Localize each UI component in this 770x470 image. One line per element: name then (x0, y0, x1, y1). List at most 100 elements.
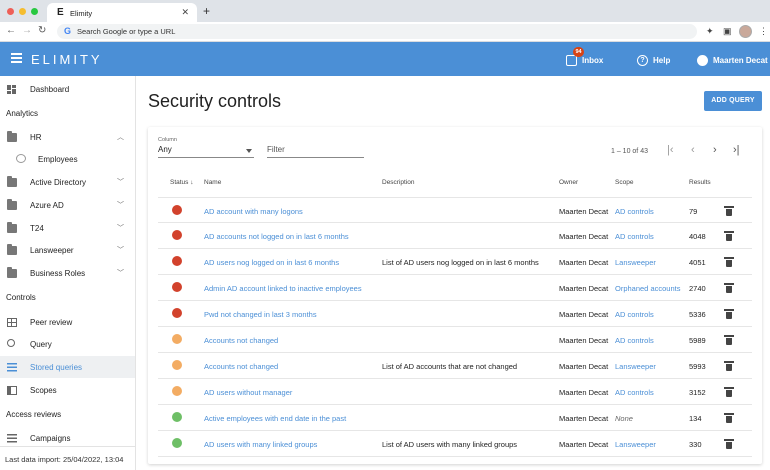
last-page-icon[interactable]: ›| (733, 144, 740, 156)
add-query-button[interactable]: ADD QUERY (704, 91, 762, 111)
delete-icon[interactable] (724, 413, 734, 423)
reload-icon[interactable]: ↻ (38, 25, 46, 36)
delete-icon[interactable] (724, 206, 734, 216)
table-row[interactable]: AD account with many logons Maarten Decat… (158, 197, 752, 223)
sidebar-item-peer-review[interactable]: Peer review (0, 311, 135, 333)
sidebar-item-active-directory[interactable]: Active Directory ﹀ (0, 171, 135, 193)
query-scope-link[interactable]: AD controls (615, 336, 654, 345)
delete-icon[interactable] (724, 231, 734, 241)
query-scope-link[interactable]: Lansweeper (615, 258, 656, 267)
scopes-icon (7, 386, 17, 395)
sidebar-item-azure-ad[interactable]: Azure AD ﹀ (0, 194, 135, 216)
zoom-window-button[interactable] (31, 8, 38, 15)
query-name-link[interactable]: Accounts not changed (204, 362, 278, 371)
table-row[interactable]: Admin AD account linked to inactive empl… (158, 275, 752, 301)
filter-input[interactable]: Filter (267, 145, 364, 158)
table-row[interactable]: AD users without manager Maarten Decat AD … (158, 379, 752, 405)
new-tab-icon[interactable]: + (203, 4, 210, 18)
menu-icon[interactable] (11, 53, 22, 63)
sidebar-item-dashboard[interactable]: Dashboard (0, 78, 135, 100)
help-button[interactable]: ? Help (637, 55, 670, 66)
query-scope-link[interactable]: AD controls (615, 310, 654, 319)
forward-icon[interactable]: → (22, 25, 32, 36)
sidebar-item-employees[interactable]: Employees (0, 148, 135, 170)
column-header-name[interactable]: Name (204, 179, 221, 186)
back-icon[interactable]: ← (6, 25, 16, 36)
brand-logo: ELIMITY (31, 52, 103, 67)
query-name-link[interactable]: Admin AD account linked to inactive empl… (204, 284, 362, 293)
inbox-button[interactable]: Inbox (566, 55, 603, 66)
query-name-link[interactable]: Active employees with end date in the pa… (204, 414, 346, 423)
query-scope-link[interactable]: AD controls (615, 232, 654, 241)
table-row[interactable]: Active employees with end date in the pa… (158, 405, 752, 431)
more-menu-icon[interactable]: ⋮ (759, 26, 768, 37)
address-input[interactable]: G Search Google or type a URL (57, 24, 697, 39)
list-icon (7, 363, 17, 372)
query-name-link[interactable]: AD users nog logged on in last 6 months (204, 258, 339, 267)
queries-card: Column Any Filter 1 – 10 of 43 |‹ ‹ › ›|… (148, 127, 762, 464)
user-menu-button[interactable]: Maarten Decat (697, 55, 768, 66)
sidebar-item-lansweeper[interactable]: Lansweeper ﹀ (0, 239, 135, 261)
query-scope-link[interactable]: Lansweeper (615, 362, 656, 371)
first-page-icon[interactable]: |‹ (667, 144, 674, 156)
query-name-link[interactable]: AD users with many linked groups (204, 440, 317, 449)
table-row[interactable]: AD users with many linked groups List of … (158, 431, 752, 457)
delete-icon[interactable] (724, 309, 734, 319)
table-row[interactable]: Pwd not changed in last 3 months Maarten … (158, 301, 752, 327)
delete-icon[interactable] (724, 257, 734, 267)
section-controls: Controls (6, 293, 36, 302)
table-row[interactable]: AD users nog logged on in last 6 months L… (158, 249, 752, 275)
close-window-button[interactable] (7, 8, 14, 15)
sidebar-item-business-roles[interactable]: Business Roles ﹀ (0, 262, 135, 284)
query-name-link[interactable]: AD accounts not logged on in last 6 mont… (204, 232, 349, 241)
table-row[interactable]: Accounts not changed List of AD accounts … (158, 353, 752, 379)
query-name-link[interactable]: AD users without manager (204, 388, 292, 397)
query-owner: Maarten Decat (559, 388, 609, 397)
status-dot (172, 282, 182, 292)
table-row[interactable]: Accounts not changed Maarten Decat AD cont… (158, 327, 752, 353)
minimize-window-button[interactable] (19, 8, 26, 15)
sidebar: Dashboard Analytics HR ︿ Employees Activ… (0, 76, 136, 470)
sidebar-item-label: Active Directory (30, 177, 87, 187)
sidebar-item-stored-queries[interactable]: Stored queries (0, 356, 135, 378)
sidebar-item-t24[interactable]: T24 ﹀ (0, 217, 135, 239)
column-header-description[interactable]: Description (382, 179, 415, 186)
query-owner: Maarten Decat (559, 310, 609, 319)
query-name-link[interactable]: Accounts not changed (204, 336, 278, 345)
table-row[interactable]: AD accounts not logged on in last 6 mont… (158, 223, 752, 249)
chevron-down-icon: ﹀ (117, 225, 124, 232)
query-scope-link[interactable]: AD controls (615, 388, 654, 397)
profile-avatar[interactable] (739, 25, 752, 38)
chevron-down-icon: ﹀ (117, 202, 124, 209)
delete-icon[interactable] (724, 283, 734, 293)
column-header-scope[interactable]: Scope (615, 179, 633, 186)
column-select[interactable]: Any (158, 145, 254, 158)
sidebar-item-label: Dashboard (30, 84, 70, 94)
delete-icon[interactable] (724, 361, 734, 371)
sidebar-item-label: Azure AD (30, 200, 64, 210)
column-header-results[interactable]: Results (689, 179, 711, 186)
query-name-link[interactable]: AD account with many logons (204, 207, 303, 216)
previous-page-icon[interactable]: ‹ (691, 144, 695, 156)
query-owner: Maarten Decat (559, 232, 609, 241)
query-scope-link[interactable]: Orphaned accounts (615, 284, 680, 293)
sidebar-item-query[interactable]: Query (0, 333, 135, 355)
column-header-owner[interactable]: Owner (559, 179, 578, 186)
sidebar-item-hr[interactable]: HR ︿ (0, 126, 135, 148)
query-scope-link[interactable]: Lansweeper (615, 440, 656, 449)
account-icon (697, 55, 708, 66)
query-owner: Maarten Decat (559, 258, 609, 267)
sidebar-item-scopes[interactable]: Scopes (0, 379, 135, 401)
query-scope-link[interactable]: AD controls (615, 207, 654, 216)
divider (0, 446, 135, 447)
delete-icon[interactable] (724, 335, 734, 345)
delete-icon[interactable] (724, 387, 734, 397)
next-page-icon[interactable]: › (713, 144, 717, 156)
close-icon[interactable]: ✕ (181, 7, 189, 18)
extensions-icon[interactable]: ✦ (706, 26, 714, 37)
delete-icon[interactable] (724, 439, 734, 449)
browser-tab[interactable]: E Elimity ✕ (47, 3, 197, 22)
column-header-status[interactable]: Status ↓ (170, 179, 194, 186)
sidepanel-icon[interactable]: ▣ (723, 26, 732, 37)
query-name-link[interactable]: Pwd not changed in last 3 months (204, 310, 317, 319)
